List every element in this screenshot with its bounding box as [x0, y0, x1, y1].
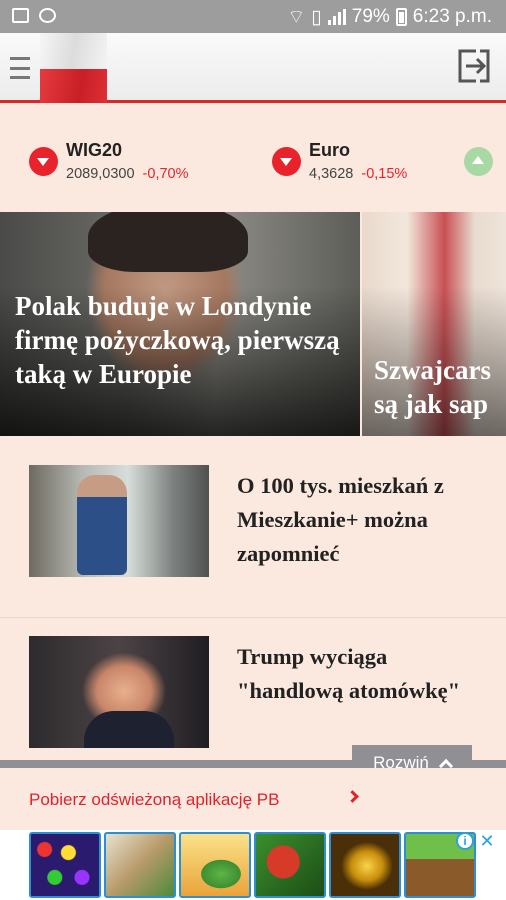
ad-game-tile[interactable]: [104, 832, 176, 898]
ticker-name: WIG20: [66, 140, 123, 160]
battery-percent: 79%: [351, 6, 390, 27]
status-bar: ⌔ ▯ 79% 6:23 p.m.: [0, 0, 506, 33]
arrow-down-icon: [29, 147, 58, 176]
app-bar: [0, 33, 506, 103]
ad-info-icon[interactable]: i: [456, 832, 474, 850]
arrow-up-icon: [464, 147, 493, 176]
wifi-icon: ⌔: [287, 7, 306, 28]
article-item[interactable]: O 100 tys. mieszkań z Mieszkanie+ można …: [0, 447, 506, 597]
ticker-change: -0,15%: [361, 166, 408, 182]
market-ticker: WIG20 2089,0300 -0,70% Euro 4,3628 -0,15%: [0, 106, 506, 212]
sim-icon: ▯: [311, 6, 322, 28]
promo-label: Pobierz odświeżoną aplikację PB: [29, 790, 280, 809]
hero-carousel[interactable]: Polak buduje w Londynie firmę pożyczkową…: [0, 212, 506, 436]
hero-title: Polak buduje w Londynie firmę pożyczkową…: [15, 291, 340, 389]
ad-game-tile[interactable]: [179, 832, 251, 898]
hero-slide[interactable]: Polak buduje w Londynie firmę pożyczkową…: [0, 212, 360, 436]
polish-flag-icon[interactable]: [40, 33, 107, 103]
arrow-down-icon: [272, 147, 301, 176]
ad-close-icon[interactable]: ✕: [478, 832, 496, 850]
hero-title: Szwajcars są jak sap: [374, 355, 491, 419]
ad-game-tile[interactable]: [29, 832, 101, 898]
promo-link[interactable]: Pobierz odświeżoną aplikację PB: [0, 768, 506, 830]
chevron-right-icon: [346, 790, 359, 803]
hamburger-icon[interactable]: [10, 57, 30, 79]
clock: 6:23 p.m.: [412, 6, 492, 27]
article-thumbnail: [29, 636, 209, 748]
article-title: Trump wyciąga "handlową atomówkę": [237, 644, 461, 703]
article-thumbnail: [29, 465, 209, 577]
ticker-value: 2089,0300 -0,70%: [66, 166, 189, 182]
ticker-change: -0,70%: [142, 166, 189, 182]
signal-icon: [327, 9, 346, 25]
hero-slide[interactable]: Szwajcars są jak sap: [362, 212, 506, 436]
image-notification-icon: [12, 8, 29, 23]
ad-game-tile[interactable]: [254, 832, 326, 898]
chat-notification-icon: [39, 8, 56, 23]
article-title: O 100 tys. mieszkań z Mieszkanie+ można …: [237, 473, 444, 566]
logout-icon[interactable]: [454, 47, 492, 85]
battery-icon: [395, 8, 407, 26]
ticker-name: Euro: [309, 140, 351, 160]
ad-banner[interactable]: i ✕: [0, 830, 506, 900]
ad-game-tile[interactable]: [329, 832, 401, 898]
ticker-value: 4,3628 -0,15%: [309, 166, 408, 182]
hero-photo: [88, 212, 248, 272]
